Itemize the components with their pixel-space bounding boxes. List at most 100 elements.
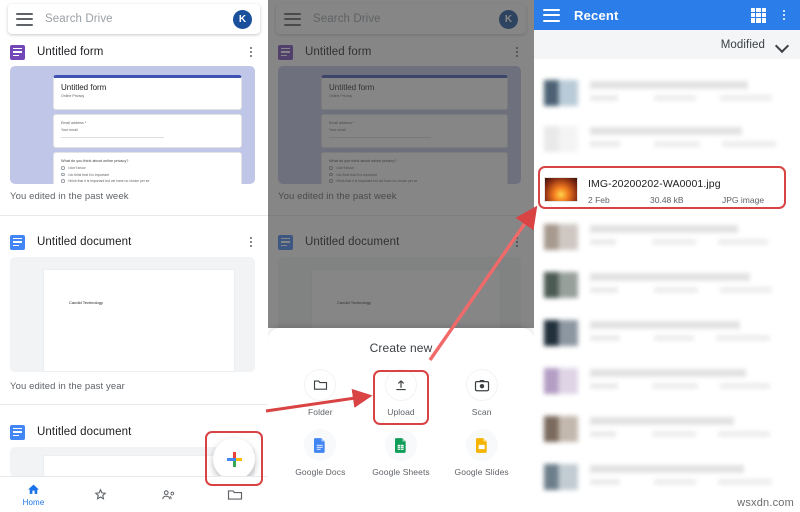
file-kind xyxy=(718,479,772,485)
page-title: Recent xyxy=(574,7,619,23)
menu-icon[interactable] xyxy=(543,8,560,22)
list-item[interactable] xyxy=(534,215,800,259)
form-preview-subtitle: Online Privacy xyxy=(61,94,85,98)
divider xyxy=(0,215,268,216)
file-date xyxy=(590,287,618,293)
avatar[interactable]: K xyxy=(233,9,252,29)
panel-create-new: Search Drive K Untitled form Untitled fo… xyxy=(268,0,534,512)
file-size: 30.48 kB xyxy=(650,194,684,205)
document-page: Candid Technology xyxy=(43,269,235,372)
search-bar[interactable]: Search Drive K xyxy=(8,4,260,34)
screenshot-root: Search Drive K Untitled form Untitled fo… xyxy=(0,0,800,512)
home-icon xyxy=(26,482,42,496)
create-option-scan[interactable]: Scan xyxy=(441,369,522,417)
document-thumbnail[interactable]: Candid Technology xyxy=(10,257,255,372)
bottom-navigation: Home xyxy=(0,476,268,512)
form-input-underline xyxy=(61,137,164,138)
list-item[interactable] xyxy=(534,71,800,115)
drive-home-screen: Search Drive K Untitled form Untitled fo… xyxy=(0,0,268,512)
list-item[interactable] xyxy=(534,359,800,403)
file-thumbnail xyxy=(544,272,578,298)
list-item[interactable] xyxy=(534,407,800,451)
more-options-icon[interactable] xyxy=(777,7,791,23)
document-page xyxy=(43,455,235,477)
create-option-label: Google Slides xyxy=(454,467,509,477)
file-name xyxy=(590,417,734,425)
file-name xyxy=(590,273,750,281)
file-kind xyxy=(720,95,772,101)
file-size xyxy=(652,431,696,437)
list-item-highlighted[interactable]: IMG-20200202-WA0001.jpg 2 Feb 30.48 kB J… xyxy=(534,167,800,211)
form-thumbnail[interactable]: Untitled form Online Privacy Email addre… xyxy=(10,66,255,184)
create-option-label: Upload xyxy=(387,407,415,417)
modal-scrim[interactable] xyxy=(268,0,534,328)
list-item[interactable] xyxy=(534,117,800,161)
file-row-header[interactable]: Untitled form xyxy=(0,38,268,66)
more-options-icon[interactable] xyxy=(244,234,258,250)
file-date xyxy=(590,431,616,437)
edited-label: You edited in the past week xyxy=(10,191,129,202)
create-option-upload[interactable]: Upload xyxy=(361,369,442,417)
sidebar-item-shared[interactable] xyxy=(134,488,201,502)
people-icon xyxy=(160,488,176,502)
create-option-folder[interactable]: Folder xyxy=(280,369,361,417)
form-email-card: Email address * Your email xyxy=(53,114,242,148)
sort-label[interactable]: Modified xyxy=(721,39,765,51)
file-name: IMG-20200202-WA0001.jpg xyxy=(588,177,721,190)
sidebar-item-home[interactable]: Home xyxy=(0,482,67,507)
file-kind xyxy=(718,431,770,437)
sidebar-item-starred[interactable] xyxy=(67,488,134,502)
google-plus-icon xyxy=(226,451,243,468)
file-thumbnail xyxy=(544,320,578,346)
file-size xyxy=(652,239,696,245)
file-name xyxy=(590,465,744,473)
create-option-label: Folder xyxy=(307,407,333,417)
file-details: 2 Feb 30.48 kB JPG image xyxy=(588,195,790,205)
file-meta: IMG-20200202-WA0001.jpg 2 Feb 30.48 kB J… xyxy=(588,174,790,205)
file-name xyxy=(590,225,738,233)
radio-icon xyxy=(61,172,65,177)
list-item[interactable] xyxy=(534,311,800,355)
list-item[interactable] xyxy=(534,263,800,307)
docs-icon xyxy=(10,424,25,440)
file-thumbnail xyxy=(544,176,578,202)
file-name xyxy=(590,127,742,135)
file-kind xyxy=(720,383,770,389)
divider xyxy=(0,404,268,405)
folder-icon xyxy=(227,488,243,502)
create-option-google-slides[interactable]: Google Slides xyxy=(441,429,522,477)
file-date: 2 Feb xyxy=(588,194,610,205)
folder-icon xyxy=(304,369,337,401)
file-date xyxy=(590,95,618,101)
file-size xyxy=(652,383,698,389)
panel-drive-home: Search Drive K Untitled form Untitled fo… xyxy=(0,0,268,512)
watermark: wsxdn.com xyxy=(737,497,794,509)
recent-top-bar: Recent xyxy=(534,0,800,30)
form-email-placeholder: Your email xyxy=(61,128,78,132)
create-new-sheet: Create new Folder Upload Scan Google Doc… xyxy=(268,328,534,512)
bottom-nav-label: Home xyxy=(22,498,45,507)
list-item[interactable] xyxy=(534,455,800,499)
file-name xyxy=(590,81,748,89)
file-row-header[interactable]: Untitled document xyxy=(0,228,268,256)
file-size xyxy=(654,287,698,293)
camera-icon xyxy=(465,369,498,401)
upload-icon xyxy=(384,369,417,401)
file-kind xyxy=(716,335,770,341)
form-email-label: Email address * xyxy=(61,121,87,125)
menu-icon[interactable] xyxy=(16,12,33,26)
file-thumbnail xyxy=(544,464,578,490)
create-fab-button[interactable] xyxy=(213,438,255,480)
file-date xyxy=(590,335,620,341)
search-input[interactable]: Search Drive xyxy=(45,13,233,25)
sidebar-item-files[interactable] xyxy=(201,488,268,502)
file-date xyxy=(590,239,616,245)
radio-icon xyxy=(61,166,65,170)
grid-view-icon[interactable] xyxy=(751,7,766,23)
file-kind xyxy=(720,287,772,293)
more-options-icon[interactable] xyxy=(244,44,258,60)
create-option-google-docs[interactable]: Google Docs xyxy=(280,429,361,477)
create-option-google-sheets[interactable]: Google Sheets xyxy=(361,429,442,477)
chevron-down-icon[interactable] xyxy=(777,41,788,48)
create-option-label: Google Docs xyxy=(295,467,346,477)
